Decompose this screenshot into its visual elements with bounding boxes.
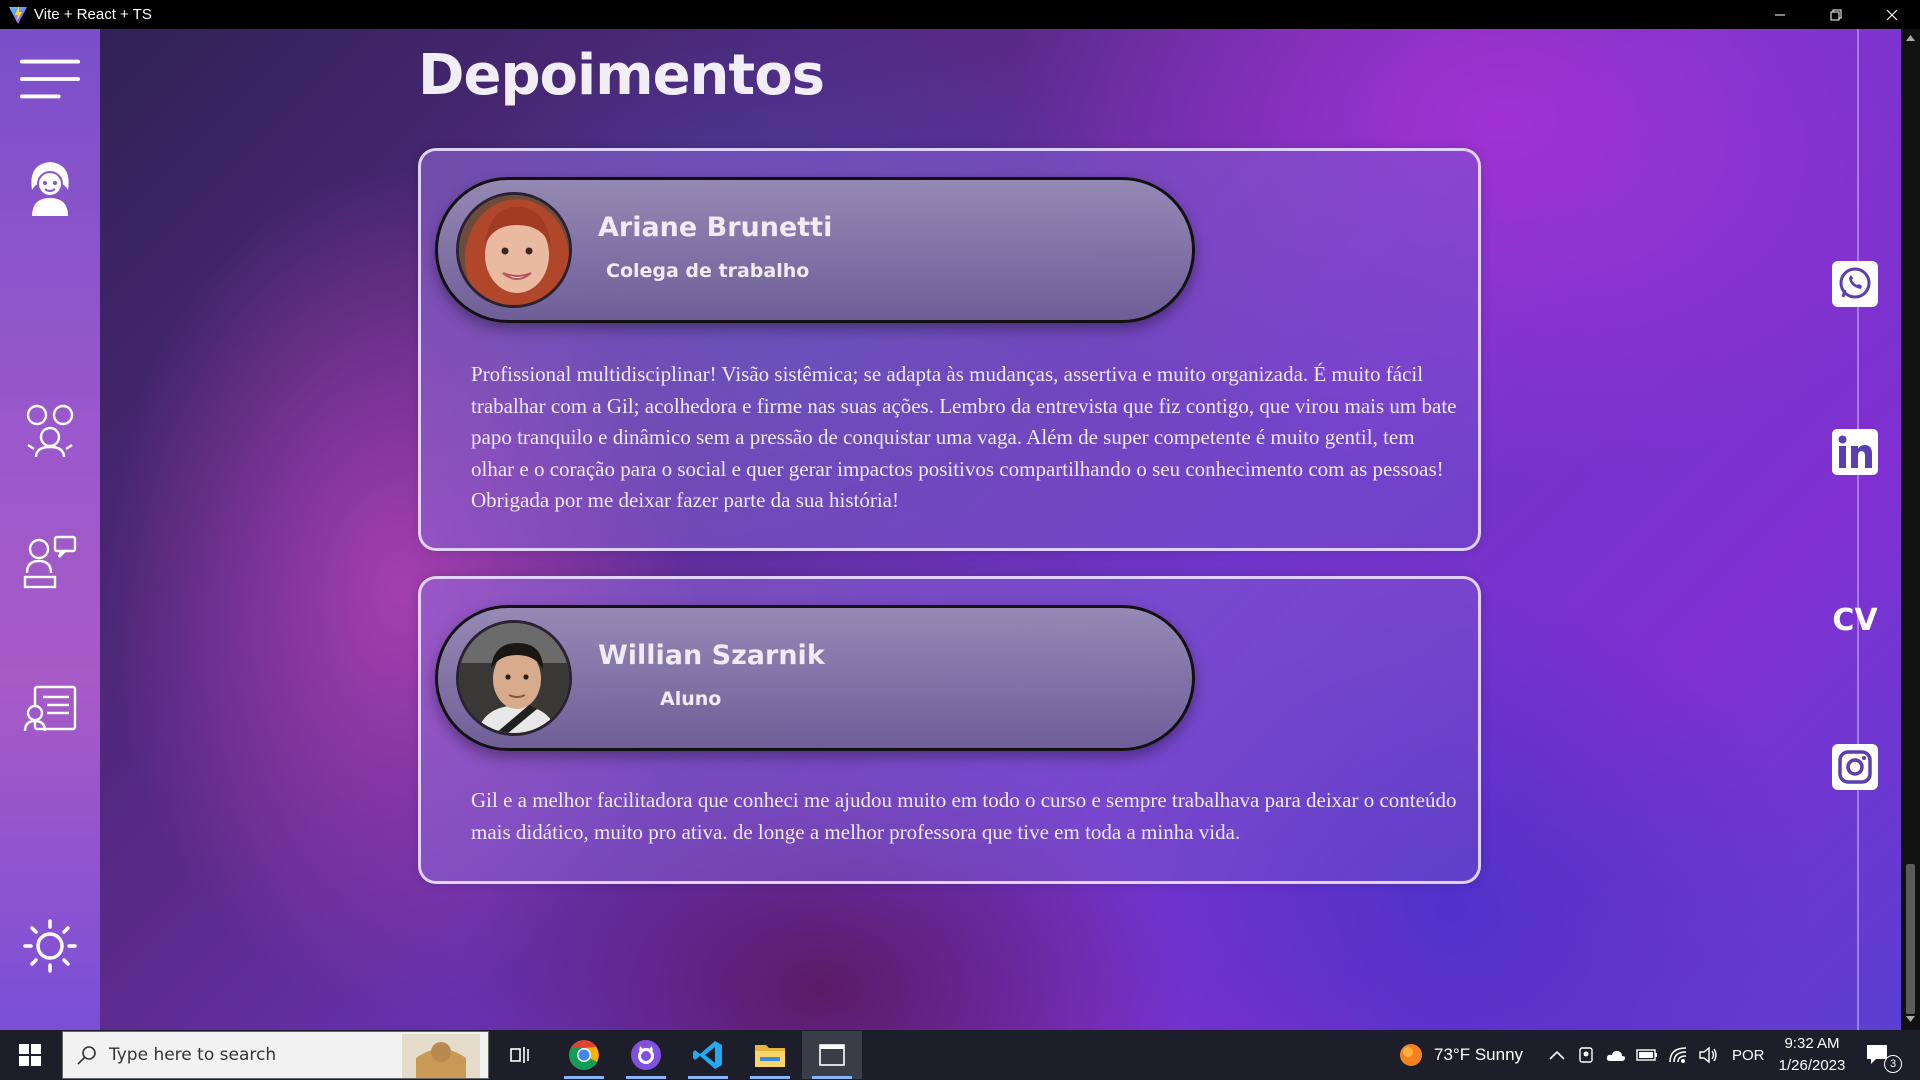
testimonial-author-pill: Ariane Brunetti Colega de trabalho [435, 177, 1195, 323]
team-icon[interactable] [20, 401, 80, 461]
vscode-icon[interactable] [678, 1031, 738, 1079]
window-titlebar: Vite + React + TS [0, 0, 1920, 29]
right-divider [1857, 29, 1859, 1030]
sun-weather-icon [1400, 1044, 1422, 1066]
author-role: Colega de trabalho [606, 260, 810, 282]
instagram-icon[interactable] [1830, 742, 1880, 792]
linkedin-icon[interactable] [1830, 427, 1880, 477]
cv-download-link[interactable]: CV [1830, 595, 1880, 645]
clock[interactable]: 9:32 AM 1/26/2023 [1772, 1030, 1852, 1080]
meet-now-icon[interactable] [1578, 1046, 1594, 1064]
weather-widget[interactable]: 73°F Sunny [1398, 1030, 1523, 1080]
onedrive-cloud-icon[interactable] [1606, 1048, 1626, 1062]
github-desktop-icon[interactable] [616, 1031, 676, 1079]
chevron-up-icon[interactable] [1548, 1049, 1566, 1061]
search-icon [77, 1046, 96, 1065]
resume-icon[interactable] [20, 679, 80, 739]
testimonial-card: Willian Szarnik Aluno Gil e a melhor fac… [418, 576, 1481, 884]
system-tray-icons: POR [1548, 1030, 1765, 1080]
task-view-icon[interactable] [490, 1031, 550, 1079]
sidebar [0, 29, 100, 1030]
window-title: Vite + React + TS [34, 6, 152, 23]
testimonial-text: Profissional multidisciplinar! Visão sis… [471, 362, 1457, 512]
about-me-icon[interactable] [20, 159, 80, 219]
restore-button[interactable] [1808, 0, 1864, 29]
weather-text: 73°F Sunny [1434, 1045, 1524, 1064]
battery-icon[interactable] [1636, 1049, 1658, 1061]
vite-logo-icon [9, 5, 27, 24]
chrome-icon[interactable] [554, 1031, 614, 1079]
minimize-button[interactable] [1752, 0, 1808, 29]
wifi-icon[interactable] [1668, 1046, 1688, 1064]
app-viewport: Depoimentos Ariane Brunetti Colega de tr… [0, 29, 1901, 1030]
testimonial-card: Ariane Brunetti Colega de trabalho Profi… [418, 148, 1481, 551]
avatar [456, 620, 572, 736]
testimonial-text: Gil e a melhor facilitadora que conheci … [471, 788, 1457, 844]
testimonial-author-pill: Willian Szarnik Aluno [435, 605, 1195, 751]
notification-count-badge: 3 [1884, 1055, 1902, 1073]
author-name: Willian Szarnik [598, 640, 825, 671]
author-name: Ariane Brunetti [598, 212, 833, 243]
start-button[interactable] [0, 1031, 60, 1079]
page-scrollbar[interactable] [1901, 29, 1920, 1030]
file-explorer-icon[interactable] [740, 1031, 800, 1079]
input-language[interactable]: POR [1732, 1047, 1765, 1064]
volume-icon[interactable] [1698, 1046, 1718, 1064]
close-button[interactable] [1864, 0, 1920, 29]
teaching-icon[interactable] [20, 531, 80, 591]
clock-time: 9:32 AM [1784, 1035, 1840, 1052]
notification-center[interactable]: 3 [1864, 1030, 1902, 1080]
clock-date: 1/26/2023 [1778, 1057, 1846, 1074]
taskbar-search[interactable]: Type here to search [62, 1031, 489, 1079]
avatar [456, 192, 572, 308]
theme-toggle-sun-icon[interactable] [20, 916, 80, 976]
terminal-window-icon[interactable] [802, 1031, 862, 1079]
search-placeholder: Type here to search [109, 1045, 277, 1065]
scrollbar-thumb[interactable] [1906, 864, 1915, 1014]
search-highlight-icon [402, 1034, 480, 1078]
page-title: Depoimentos [418, 43, 825, 108]
whatsapp-icon[interactable] [1830, 259, 1880, 309]
author-role: Aluno [660, 688, 722, 710]
menu-icon[interactable] [20, 49, 80, 109]
